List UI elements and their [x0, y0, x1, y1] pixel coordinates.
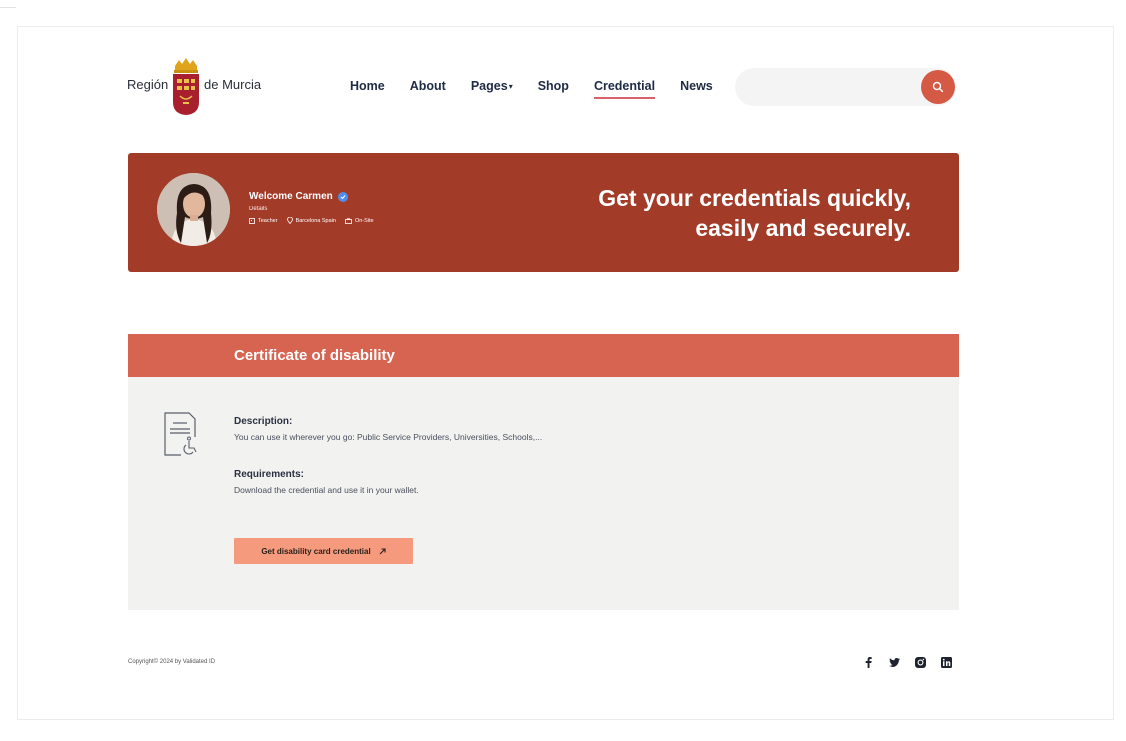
social-links: [862, 656, 966, 669]
certificate-title: Certificate of disability: [234, 347, 395, 364]
welcome-info: Welcome Carmen Details Teacher Barcelona…: [249, 191, 374, 224]
avatar-photo: [157, 173, 230, 246]
meta-role-label: Teacher: [258, 217, 278, 224]
nav-pages[interactable]: Pages▾: [471, 79, 513, 99]
main-nav: Home About Pages▾ Shop Credential News: [350, 79, 738, 99]
building-icon: [249, 217, 255, 224]
search-bar: [735, 68, 956, 106]
get-credential-label: Get disability card credential: [261, 546, 371, 556]
nav-news[interactable]: News: [680, 79, 713, 99]
nav-pages-label: Pages: [470, 79, 508, 93]
search-input[interactable]: [749, 77, 913, 99]
get-credential-button[interactable]: Get disability card credential: [234, 538, 413, 564]
welcome-name: Welcome Carmen: [249, 191, 333, 202]
facebook-icon[interactable]: [862, 656, 875, 669]
copyright: Copyright© 2024 by Validated ID: [128, 659, 216, 665]
requirements-block: Requirements: Download the credential an…: [234, 469, 419, 495]
welcome-banner: Welcome Carmen Details Teacher Barcelona…: [128, 153, 959, 272]
meta-mode: On-Site: [345, 218, 374, 224]
verified-badge-icon: [337, 191, 348, 202]
briefcase-icon: [345, 217, 352, 224]
requirements-text: Download the credential and use it in yo…: [234, 485, 419, 495]
nav-home[interactable]: Home: [350, 79, 385, 99]
logo[interactable]: Región de Murcia: [127, 58, 267, 116]
meta-location-label: Barcelona Spain: [295, 217, 336, 224]
requirements-label: Requirements:: [234, 469, 305, 480]
disability-document-icon: [164, 412, 199, 457]
nav-about[interactable]: About: [410, 79, 446, 99]
location-pin-icon: [286, 217, 293, 224]
instagram-icon[interactable]: [914, 656, 927, 669]
description-block: Description: You can use it wherever you…: [234, 416, 542, 442]
linkedin-icon[interactable]: [940, 656, 953, 669]
certificate-body: Description: You can use it wherever you…: [128, 377, 959, 610]
nav-shop[interactable]: Shop: [538, 79, 569, 99]
meta-role: Teacher: [249, 218, 278, 224]
corner-divider: [0, 7, 16, 8]
murcia-crest-icon: [173, 58, 199, 115]
arrow-up-right-icon: [379, 547, 386, 554]
details-link[interactable]: Details: [249, 206, 374, 212]
profile-meta: Teacher Barcelona Spain On-Site: [249, 217, 374, 224]
nav-credential[interactable]: Credential: [593, 79, 656, 99]
meta-location: Barcelona Spain: [286, 217, 336, 224]
description-label: Description:: [234, 416, 293, 427]
hero-tagline: Get your credentials quickly, easily and…: [598, 183, 911, 243]
avatar[interactable]: [157, 173, 230, 246]
tagline-line-1: Get your credentials quickly,: [598, 185, 911, 211]
logo-text-left: Región: [127, 77, 169, 92]
search-icon: [932, 81, 944, 93]
meta-mode-label: On-Site: [354, 217, 374, 224]
chevron-down-icon: ▾: [508, 82, 513, 91]
certificate-header: Certificate of disability: [128, 334, 959, 377]
tagline-line-2: easily and securely.: [695, 215, 911, 241]
description-text: You can use it wherever you go: Public S…: [234, 432, 543, 442]
logo-text-right: de Murcia: [204, 77, 262, 92]
twitter-icon[interactable]: [888, 656, 901, 669]
welcome-heading: Welcome Carmen: [249, 191, 374, 202]
search-button[interactable]: [921, 70, 955, 104]
